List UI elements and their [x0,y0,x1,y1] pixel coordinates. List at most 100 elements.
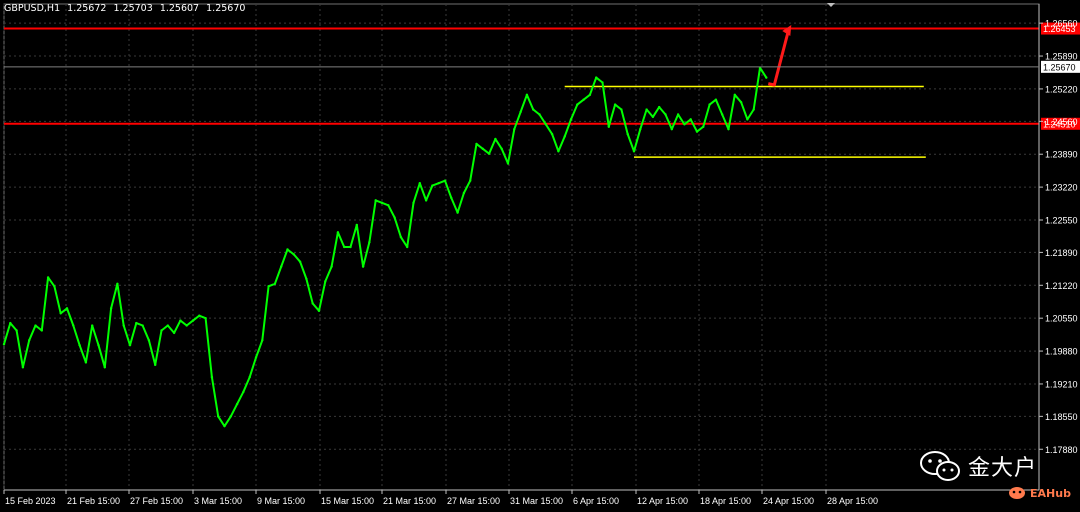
price-point [15,329,18,332]
price-point [456,211,459,214]
open-value: 1.25672 [67,3,107,14]
price-point [343,245,346,249]
time-tick-label: 24 Apr 15:00 [763,496,814,506]
price-point [311,302,314,305]
price-point [355,223,358,227]
price-tick-label: 1.25220 [1045,84,1078,94]
price-point [676,113,680,116]
price-point [349,245,352,249]
time-tick-label: 9 Mar 15:00 [257,496,305,506]
price-point [330,265,333,268]
price-point [525,93,529,97]
price-tick-label: 1.24560 [1045,117,1078,127]
price-point [613,103,617,106]
price-tick-label: 1.22550 [1045,216,1078,226]
price-point [399,235,403,239]
price-point [223,424,226,428]
up-arrow-icon [767,3,835,87]
price-point [645,108,648,111]
price-tick-label: 1.23890 [1045,150,1078,160]
price-point [406,245,409,249]
symbol-name: GBPUSD,H1 [4,3,61,14]
price-point [727,127,730,131]
price-point [135,321,138,325]
price-point [450,196,453,200]
price-point [702,125,705,128]
price-point [305,277,308,281]
price-point [431,184,434,187]
price-point [670,127,673,131]
price-point [248,375,251,379]
price-tick-label: 1.23220 [1045,183,1078,193]
price-series [2,66,768,428]
time-axis[interactable]: 15 Feb 2023 21 Feb 15:00 27 Feb 15:00 3 Mar… [3,489,1039,506]
price-point [34,324,37,327]
time-tick-label: 18 Apr 15:00 [700,496,751,506]
time-tick-label: 3 Mar 15:00 [194,496,242,506]
price-tick-label: 1.20550 [1045,314,1078,324]
price-tick-label: 1.21220 [1045,281,1078,291]
price-point [97,343,100,347]
price-point [191,319,195,322]
price-point [141,324,144,327]
price-point [494,137,497,141]
plot-frame [3,3,1040,491]
price-point [387,204,390,207]
price-point [412,201,415,205]
price-point [292,253,295,256]
price-point [374,199,377,202]
price-point [733,93,736,97]
price-point [607,125,610,128]
price-point [53,285,56,288]
price-point [469,179,472,182]
price-point [109,307,113,310]
price-point [651,115,655,119]
price-point [91,324,94,327]
symbol-header: GBPUSD,H1 1.25672 1.25703 1.25607 1.2567… [4,3,249,14]
price-point [626,132,629,136]
price-point [185,324,188,327]
price-tick-label: 1.19880 [1045,347,1078,357]
price-point [128,343,132,347]
eahub-icon [1009,487,1025,499]
price-point [166,324,169,327]
price-point [632,150,636,153]
price-point [286,248,289,251]
price-point [532,108,535,111]
time-tick-label: 21 Feb 15:00 [67,496,120,506]
price-chart[interactable]: 1.264531.24510 1.26560 1.25890 1.25220 1.24… [0,0,1080,512]
price-point [324,280,327,283]
price-point [739,100,743,104]
price-point [9,321,12,325]
eahub-text: EAHub [1030,486,1071,500]
price-point [487,152,491,155]
price-point [550,132,554,136]
price-point [336,231,340,234]
price-point [708,103,711,106]
price-point [588,93,592,97]
price-point [424,199,428,202]
time-tick-label: 27 Mar 15:00 [447,496,500,506]
price-point [65,307,69,310]
price-point [254,356,258,359]
time-tick-label: 28 Apr 15:00 [827,496,878,506]
price-axis[interactable]: 1.26560 1.25890 1.25220 1.24560 1.23890 1.232… [4,4,1080,490]
price-point [235,402,239,406]
eahub-logo: EAHub [1008,486,1071,500]
level-lines[interactable]: 1.264531.24510 [4,22,1080,130]
price-point [84,361,88,364]
price-point [210,375,214,379]
time-tick-label: 6 Apr 15:00 [573,496,619,506]
price-point [78,343,81,347]
low-value: 1.25607 [159,3,200,14]
price-point [664,113,667,116]
price-point [103,366,107,369]
price-point [519,110,522,114]
time-tick-label: 31 Mar 15:00 [510,496,563,506]
price-point [179,319,182,322]
price-point [393,216,396,219]
time-tick-label: 21 Mar 15:00 [383,496,436,506]
price-point [595,76,598,79]
wechat-watermark: 金大户 [918,449,1037,483]
price-point [462,191,466,195]
